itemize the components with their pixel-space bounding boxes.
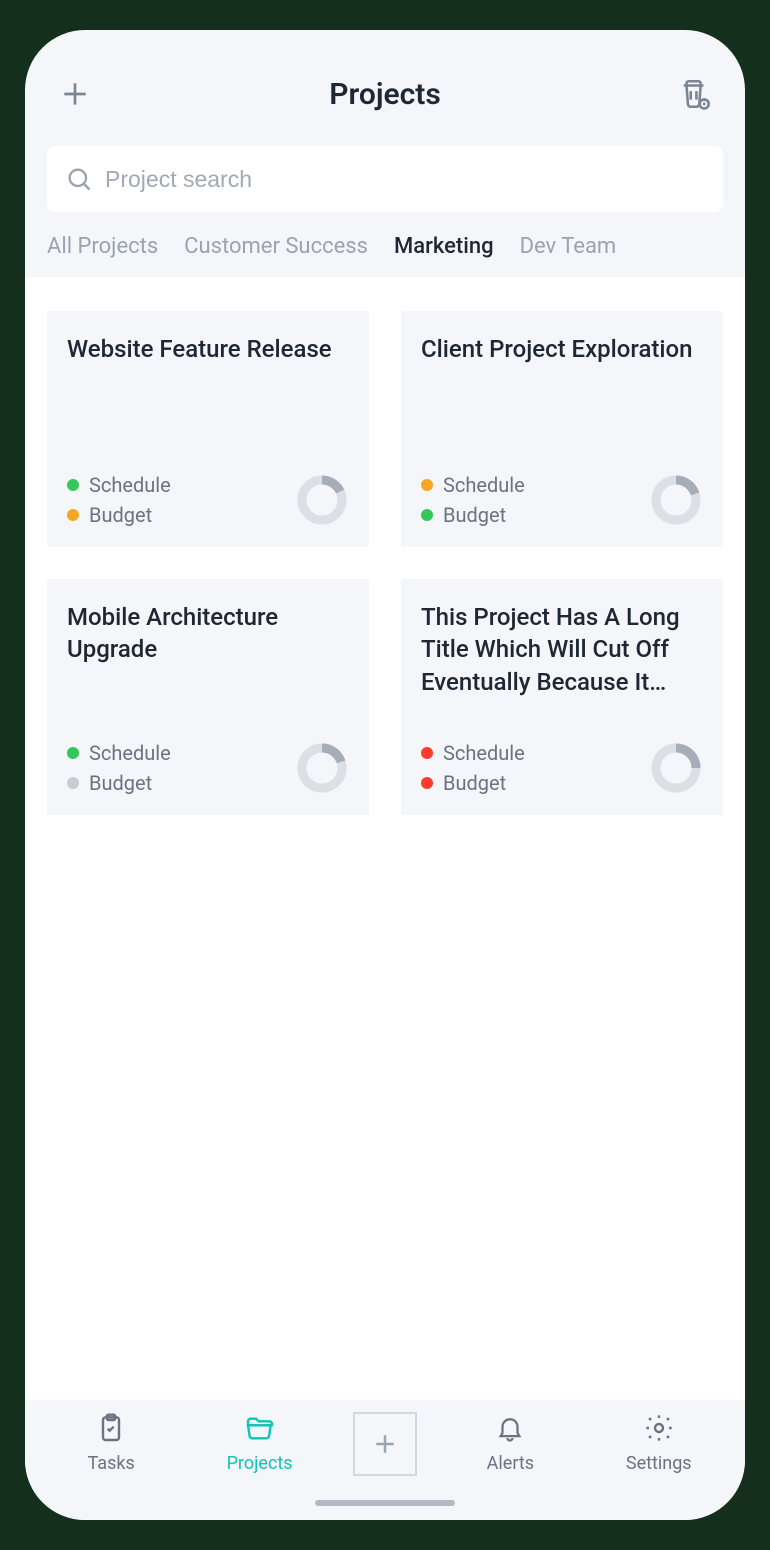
status-dot-icon <box>67 479 79 491</box>
project-title: Website Feature Release <box>67 333 349 433</box>
project-card[interactable]: This Project Has A Long Title Which Will… <box>401 579 723 815</box>
budget-status: Budget <box>67 771 171 795</box>
project-title: This Project Has A Long Title Which Will… <box>421 601 703 701</box>
page-title: Projects <box>97 77 673 112</box>
search-wrap <box>25 130 745 212</box>
tabbar-settings[interactable]: Settings <box>604 1412 714 1474</box>
tabbar-label: Settings <box>626 1453 692 1474</box>
budget-status: Budget <box>67 503 171 527</box>
home-indicator <box>315 1500 455 1506</box>
tabbar-label: Projects <box>227 1453 293 1474</box>
bell-icon <box>495 1412 525 1449</box>
tabbar-alerts[interactable]: Alerts <box>455 1412 565 1474</box>
filter-tab[interactable]: Marketing <box>394 234 494 259</box>
project-card-bottom: Schedule Budget <box>67 473 349 527</box>
schedule-label: Schedule <box>89 473 171 497</box>
schedule-label: Schedule <box>89 741 171 765</box>
project-card[interactable]: Mobile Architecture Upgrade Schedule Budge… <box>47 579 369 815</box>
progress-ring-icon <box>295 473 349 527</box>
clipboard-icon <box>95 1412 127 1449</box>
folder-icon <box>243 1412 277 1449</box>
budget-status: Budget <box>421 771 525 795</box>
app-frame: Projects All Projects Customer Success Mar… <box>25 30 745 1520</box>
budget-label: Budget <box>89 503 152 527</box>
project-card[interactable]: Client Project Exploration Schedule Budget <box>401 311 723 547</box>
budget-label: Budget <box>443 503 506 527</box>
search-field[interactable] <box>47 146 723 212</box>
add-project-button[interactable] <box>53 72 97 116</box>
plus-icon <box>370 1429 400 1459</box>
project-card-bottom: Schedule Budget <box>421 473 703 527</box>
trash-archive-icon <box>678 77 712 111</box>
filter-tabs: All Projects Customer Success Marketing Dev… <box>25 212 745 277</box>
schedule-label: Schedule <box>443 473 525 497</box>
header: Projects <box>25 30 745 130</box>
create-button[interactable] <box>353 1412 417 1476</box>
schedule-status: Schedule <box>67 473 171 497</box>
project-statuses: Schedule Budget <box>421 741 525 795</box>
tabbar-tasks[interactable]: Tasks <box>56 1412 166 1474</box>
filter-tab[interactable]: Dev Team <box>520 234 617 259</box>
budget-status: Budget <box>421 503 525 527</box>
project-title: Mobile Architecture Upgrade <box>67 601 349 701</box>
project-title: Client Project Exploration <box>421 333 703 433</box>
status-dot-icon <box>67 747 79 759</box>
tabbar-label: Tasks <box>88 1453 135 1474</box>
content: Website Feature ReleaseScheduleBudgetCli… <box>25 277 745 1400</box>
tabbar-label: Alerts <box>487 1453 534 1474</box>
gear-icon <box>643 1412 675 1449</box>
search-icon <box>65 165 93 193</box>
search-input[interactable] <box>105 166 705 193</box>
budget-label: Budget <box>89 771 152 795</box>
filter-tab[interactable]: Customer Success <box>184 234 368 259</box>
progress-ring-icon <box>649 741 703 795</box>
progress-ring-icon <box>649 473 703 527</box>
status-dot-icon <box>421 509 433 521</box>
progress-ring-icon <box>295 741 349 795</box>
project-card-bottom: Schedule Budget <box>421 741 703 795</box>
project-card-bottom: Schedule Budget <box>67 741 349 795</box>
schedule-status: Schedule <box>421 473 525 497</box>
tabbar-projects[interactable]: Projects <box>205 1412 315 1474</box>
schedule-status: Schedule <box>67 741 171 765</box>
project-statuses: Schedule Budget <box>67 741 171 795</box>
project-statuses: Schedule Budget <box>421 473 525 527</box>
status-dot-icon <box>67 777 79 789</box>
status-dot-icon <box>421 777 433 789</box>
project-card[interactable]: Website Feature Release Schedule Budget <box>47 311 369 547</box>
budget-label: Budget <box>443 771 506 795</box>
status-dot-icon <box>421 747 433 759</box>
archive-button[interactable] <box>673 72 717 116</box>
project-statuses: Schedule Budget <box>67 473 171 527</box>
schedule-status: Schedule <box>421 741 525 765</box>
project-grid: Website Feature ReleaseScheduleBudgetCli… <box>47 311 723 815</box>
schedule-label: Schedule <box>443 741 525 765</box>
status-dot-icon <box>421 479 433 491</box>
filter-tab[interactable]: All Projects <box>47 234 158 259</box>
status-dot-icon <box>67 509 79 521</box>
plus-icon <box>59 78 91 110</box>
